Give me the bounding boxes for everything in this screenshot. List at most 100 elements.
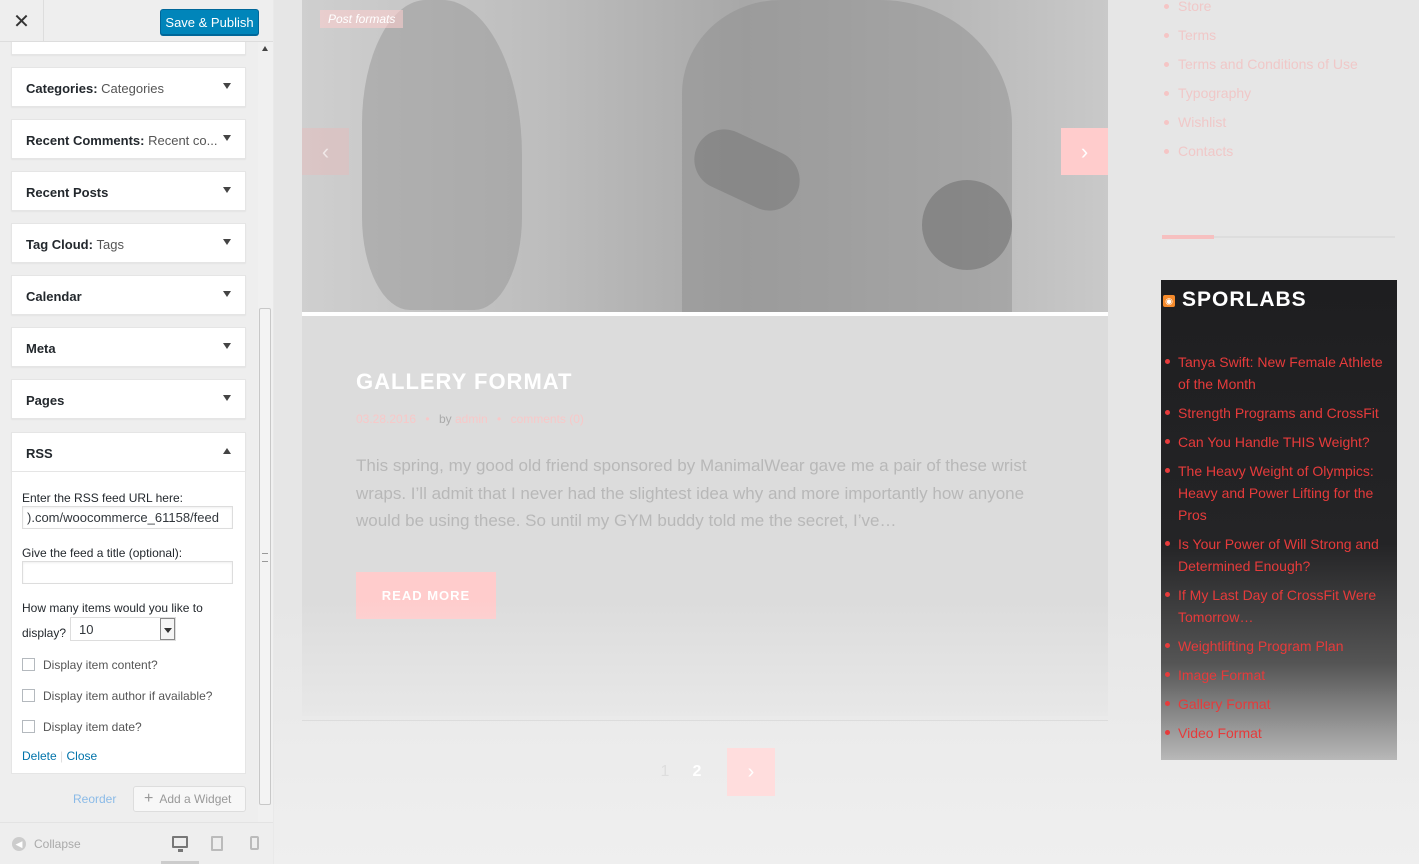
rss-items-select[interactable]: 10 bbox=[70, 617, 176, 641]
chevron-down-icon[interactable] bbox=[223, 343, 231, 349]
checkbox-label: Display item author if available? bbox=[43, 689, 213, 703]
widget-actions: Delete | Close bbox=[22, 749, 97, 763]
checkbox[interactable] bbox=[22, 689, 35, 702]
rss-feed-item[interactable]: Gallery Format bbox=[1165, 693, 1391, 715]
site-preview: Post formats ‹ › GALLERY FORMAT 03.28.20… bbox=[274, 0, 1419, 864]
save-publish-button[interactable]: Save & Publish bbox=[160, 9, 259, 35]
scrollbar-thumb[interactable] bbox=[259, 308, 271, 805]
tablet-preview-icon[interactable] bbox=[211, 836, 223, 851]
collapse-button[interactable]: ◀ Collapse bbox=[12, 837, 81, 851]
post-date[interactable]: 03.28.2016 bbox=[356, 412, 416, 426]
chevron-down-icon[interactable] bbox=[160, 618, 175, 640]
widget-recent-comments[interactable]: Recent Comments: Recent co... bbox=[11, 119, 246, 159]
post-title[interactable]: GALLERY FORMAT bbox=[356, 369, 572, 395]
chevron-up-icon[interactable] bbox=[223, 448, 231, 454]
next-page-button[interactable]: › bbox=[727, 748, 775, 796]
close-icon[interactable]: ✕ bbox=[0, 0, 44, 42]
slider-prev-button[interactable]: ‹ bbox=[302, 128, 349, 175]
widget-title: Calendar bbox=[26, 289, 82, 304]
widget-subtitle: Recent co... bbox=[148, 133, 218, 148]
hero-image-figure bbox=[362, 0, 522, 310]
page-link[interactable]: 1 bbox=[649, 763, 681, 781]
customizer-footer: ◀ Collapse bbox=[0, 822, 273, 864]
widgets-panel: Categories: Categories Recent Comments: … bbox=[0, 42, 258, 822]
chevron-down-icon[interactable] bbox=[223, 291, 231, 297]
widget-subtitle: Tags bbox=[96, 237, 125, 252]
chevron-down-icon[interactable] bbox=[223, 239, 231, 245]
widget-title: Meta bbox=[26, 341, 56, 356]
rss-widget-title[interactable]: SPORLABS bbox=[1182, 288, 1307, 312]
widget-categories[interactable]: Categories: Categories bbox=[11, 67, 246, 107]
chevron-left-icon: ‹ bbox=[321, 138, 330, 164]
rss-icon[interactable]: ◉ bbox=[1163, 295, 1175, 307]
rss-feed-item[interactable]: The Heavy Weight of Olympics: Heavy and … bbox=[1165, 460, 1391, 526]
widget-recent-posts[interactable]: Recent Posts bbox=[11, 171, 246, 211]
rss-widget: ◉ SPORLABS Tanya Swift: New Female Athle… bbox=[1161, 280, 1397, 760]
post-author[interactable]: admin bbox=[455, 412, 488, 426]
close-link[interactable]: Close bbox=[67, 749, 98, 763]
widget-title: Categories bbox=[26, 81, 94, 96]
checkbox[interactable] bbox=[22, 720, 35, 733]
chevron-down-icon[interactable] bbox=[223, 395, 231, 401]
rss-feed-item[interactable]: Video Format bbox=[1165, 722, 1391, 744]
rss-feed-item[interactable]: Is Your Power of Will Strong and Determi… bbox=[1165, 533, 1391, 577]
rss-feed-item[interactable]: Tanya Swift: New Female Athlete of the M… bbox=[1165, 351, 1391, 395]
rss-url-input[interactable] bbox=[22, 506, 233, 529]
customizer-sidebar: ✕ Save & Publish Categories: Categories … bbox=[0, 0, 273, 864]
meta-separator-icon: • bbox=[425, 412, 430, 426]
widget-meta[interactable]: Meta bbox=[11, 327, 246, 367]
chevron-down-icon[interactable] bbox=[223, 83, 231, 89]
rss-title-input[interactable] bbox=[22, 561, 233, 584]
collapse-arrow-icon: ◀ bbox=[12, 837, 26, 851]
rss-items-label: How many items would you like to bbox=[22, 601, 203, 615]
widget-title: Recent Comments bbox=[26, 133, 141, 148]
sidebar-scrollbar[interactable] bbox=[258, 42, 273, 822]
checkbox-label: Display item date? bbox=[43, 720, 142, 734]
menu-item[interactable]: Contacts bbox=[1162, 141, 1358, 170]
desktop-preview-icon[interactable] bbox=[172, 836, 188, 852]
pagination: 1 2 › bbox=[649, 748, 775, 796]
menu-item[interactable]: Typography bbox=[1162, 83, 1358, 112]
widget-title: RSS bbox=[26, 446, 53, 461]
delete-link[interactable]: Delete bbox=[22, 749, 57, 763]
add-widget-label: Add a Widget bbox=[159, 792, 232, 806]
menu-item[interactable]: Terms bbox=[1162, 25, 1358, 54]
rss-title-label: Give the feed a title (optional): bbox=[22, 546, 183, 560]
widget-title: Tag Cloud bbox=[26, 237, 89, 252]
menu-item[interactable]: Store bbox=[1162, 0, 1358, 25]
divider-accent bbox=[1162, 235, 1214, 239]
menu-item[interactable]: Terms and Conditions of Use bbox=[1162, 54, 1358, 83]
reorder-link[interactable]: Reorder bbox=[73, 792, 116, 806]
collapse-label: Collapse bbox=[34, 837, 81, 851]
rss-items-value: 10 bbox=[79, 622, 94, 637]
page-current: 2 bbox=[692, 763, 702, 780]
widget-title: Pages bbox=[26, 393, 65, 408]
checkbox[interactable] bbox=[22, 658, 35, 671]
rss-feed-item[interactable]: Can You Handle THIS Weight? bbox=[1165, 431, 1391, 453]
scroll-up-icon[interactable] bbox=[262, 46, 268, 51]
checkbox-label: Display item content? bbox=[43, 658, 158, 672]
widget-rss[interactable]: RSS bbox=[11, 432, 246, 472]
meta-separator-icon: • bbox=[497, 412, 502, 426]
add-widget-button[interactable]: + Add a Widget bbox=[133, 786, 246, 812]
rss-items-label-2: display? bbox=[22, 626, 67, 640]
category-badge[interactable]: Post formats bbox=[320, 10, 404, 28]
widget-pages[interactable]: Pages bbox=[11, 379, 246, 419]
chevron-down-icon[interactable] bbox=[223, 187, 231, 193]
post-comments[interactable]: comments (0) bbox=[511, 412, 584, 426]
menu-item[interactable]: Wishlist bbox=[1162, 112, 1358, 141]
rss-feed-item[interactable]: Strength Programs and CrossFit bbox=[1165, 402, 1391, 424]
slider-next-button[interactable]: › bbox=[1061, 128, 1108, 175]
post-meta: 03.28.2016 • by admin • comments (0) bbox=[356, 412, 584, 426]
chevron-down-icon[interactable] bbox=[223, 135, 231, 141]
chevron-right-icon: › bbox=[1080, 138, 1089, 164]
divider bbox=[302, 720, 1108, 721]
rss-feed-item[interactable]: Weightlifting Program Plan bbox=[1165, 635, 1391, 657]
rss-feed-item[interactable]: Image Format bbox=[1165, 664, 1391, 686]
widget-tag-cloud[interactable]: Tag Cloud: Tags bbox=[11, 223, 246, 263]
widget-title: Recent Posts bbox=[26, 185, 109, 200]
widget-calendar[interactable]: Calendar bbox=[11, 275, 246, 315]
mobile-preview-icon[interactable] bbox=[250, 836, 259, 850]
hero-image-dumbbell bbox=[922, 180, 1012, 270]
rss-feed-item[interactable]: If My Last Day of CrossFit Were Tomorrow… bbox=[1165, 584, 1391, 628]
